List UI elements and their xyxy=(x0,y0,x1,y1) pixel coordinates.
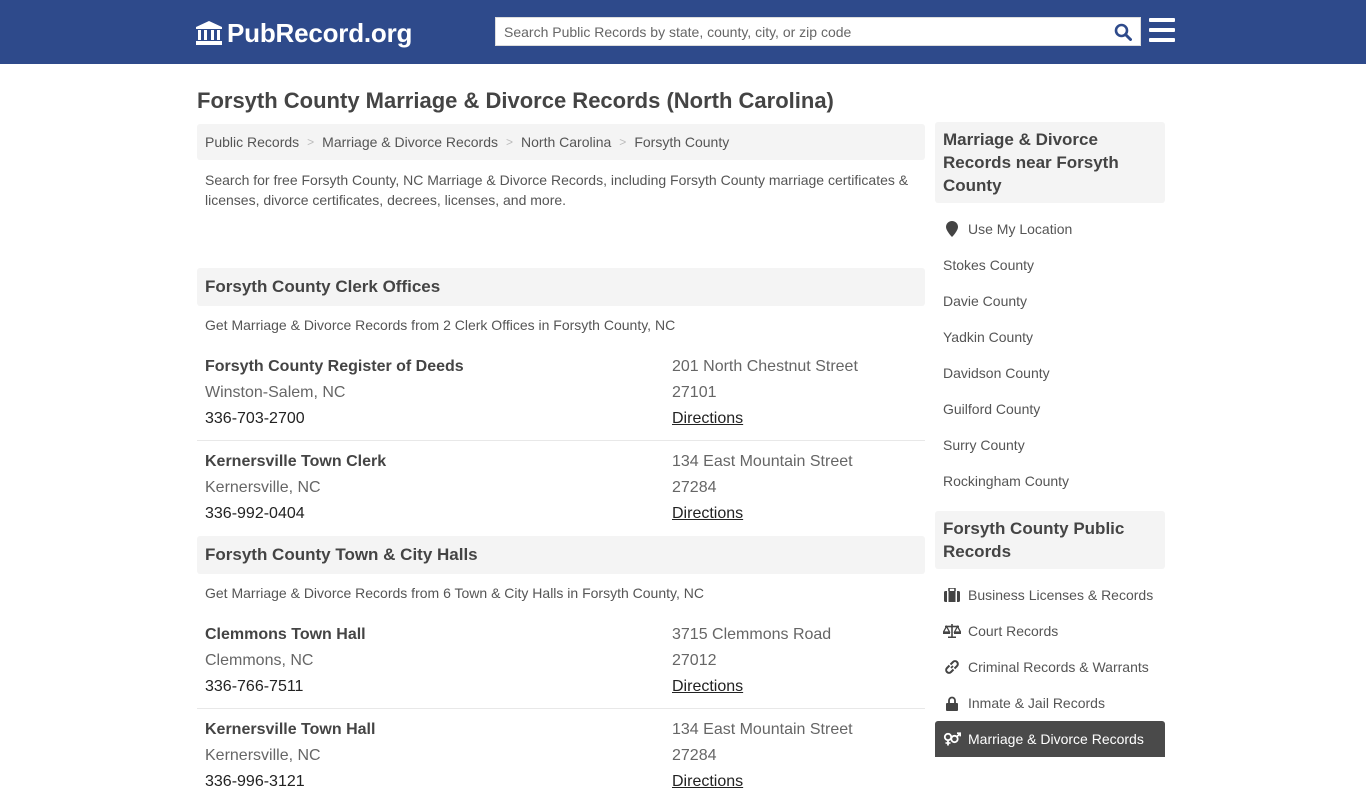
page-title: Forsyth County Marriage & Divorce Record… xyxy=(197,88,834,113)
search-icon xyxy=(1114,23,1132,41)
section-subtitle: Get Marriage & Divorce Records from 2 Cl… xyxy=(205,317,676,333)
breadcrumb-public-records[interactable]: Public Records xyxy=(205,134,299,150)
breadcrumb: Public Records > Marriage & Divorce Reco… xyxy=(197,124,925,160)
listing-city: Kernersville, NC xyxy=(205,479,321,496)
menu-bar xyxy=(1149,38,1175,42)
hamburger-menu-icon[interactable] xyxy=(1149,18,1175,42)
nearby-county-link[interactable]: Stokes County xyxy=(935,247,1165,283)
directions-link[interactable]: Directions xyxy=(672,773,743,790)
section-clerk-offices: Forsyth County Clerk Offices Get Marriag… xyxy=(197,268,925,536)
main-content: Public Records > Marriage & Divorce Reco… xyxy=(197,124,925,804)
listing-zip: 27284 xyxy=(672,479,717,496)
link-icon xyxy=(943,659,961,675)
listing-item: Kernersville Town Hall Kernersville, NC … xyxy=(197,709,925,804)
lock-icon xyxy=(943,695,961,711)
intro-text: Search for free Forsyth County, NC Marri… xyxy=(205,172,909,208)
site-logo[interactable]: PubRecord.org xyxy=(195,17,412,49)
sidebar-item-label: Criminal Records & Warrants xyxy=(968,659,1149,675)
listing-name[interactable]: Clemmons Town Hall xyxy=(205,622,672,648)
sidebar: Marriage & Divorce Records near Forsyth … xyxy=(935,122,1165,769)
breadcrumb-separator: > xyxy=(307,135,315,149)
public-records-title: Forsyth County Public Records xyxy=(935,511,1165,569)
section-title: Forsyth County Town & City Halls xyxy=(197,536,925,574)
sidebar-item-criminal-records[interactable]: Criminal Records & Warrants xyxy=(935,649,1165,685)
balance-scale-icon xyxy=(943,623,961,639)
sidebar-item-business-licenses[interactable]: Business Licenses & Records xyxy=(935,577,1165,613)
nearby-county-link[interactable]: Davidson County xyxy=(935,355,1165,391)
top-navbar: PubRecord.org xyxy=(0,0,1366,64)
listing-zip: 27284 xyxy=(672,747,717,764)
nearby-title: Marriage & Divorce Records near Forsyth … xyxy=(935,122,1165,203)
breadcrumb-north-carolina[interactable]: North Carolina xyxy=(521,134,611,150)
sidebar-item-label: Marriage & Divorce Records xyxy=(968,731,1144,747)
logo-text: PubRecord.org xyxy=(227,17,413,48)
nearby-county-link[interactable]: Guilford County xyxy=(935,391,1165,427)
listing-address: 134 East Mountain Street xyxy=(672,453,853,470)
nearby-list: Use My Location Stokes County Davie Coun… xyxy=(935,203,1165,511)
listing-phone[interactable]: 336-703-2700 xyxy=(205,406,672,432)
menu-bar xyxy=(1149,28,1175,32)
listing-zip: 27101 xyxy=(672,384,717,401)
gender-icon xyxy=(943,731,961,747)
directions-link[interactable]: Directions xyxy=(672,410,743,427)
section-title: Forsyth County Clerk Offices xyxy=(197,268,925,306)
listing-item: Clemmons Town Hall Clemmons, NC 336-766-… xyxy=(197,614,925,709)
courthouse-icon xyxy=(196,21,222,45)
sidebar-item-label: Inmate & Jail Records xyxy=(968,695,1105,711)
listing-name[interactable]: Forsyth County Register of Deeds xyxy=(205,354,672,380)
map-marker-icon xyxy=(943,221,961,237)
listing-phone[interactable]: 336-766-7511 xyxy=(205,674,672,700)
nearby-county-link[interactable]: Rockingham County xyxy=(935,463,1165,499)
sidebar-item-marriage-divorce[interactable]: Marriage & Divorce Records xyxy=(935,721,1165,757)
sidebar-item-label: Court Records xyxy=(968,623,1059,639)
listing-city: Kernersville, NC xyxy=(205,747,321,764)
sidebar-item-label: Business Licenses & Records xyxy=(968,587,1154,603)
breadcrumb-marriage-divorce[interactable]: Marriage & Divorce Records xyxy=(322,134,498,150)
section-subtitle: Get Marriage & Divorce Records from 6 To… xyxy=(205,585,704,601)
search-bar xyxy=(495,17,1141,46)
nearby-county-link[interactable]: Davie County xyxy=(935,283,1165,319)
breadcrumb-separator: > xyxy=(619,135,627,149)
listing-address: 201 North Chestnut Street xyxy=(672,358,858,375)
listing-address: 3715 Clemmons Road xyxy=(672,626,832,643)
search-input[interactable] xyxy=(496,18,1106,45)
briefcase-icon xyxy=(943,587,961,603)
listing-zip: 27012 xyxy=(672,652,717,669)
nearby-county-link[interactable]: Surry County xyxy=(935,427,1165,463)
listing-name[interactable]: Kernersville Town Clerk xyxy=(205,449,672,475)
nearby-county-link[interactable]: Yadkin County xyxy=(935,319,1165,355)
use-my-location-link[interactable]: Use My Location xyxy=(935,211,1165,247)
directions-link[interactable]: Directions xyxy=(672,678,743,695)
sidebar-item-inmate-records[interactable]: Inmate & Jail Records xyxy=(935,685,1165,721)
use-my-location-label: Use My Location xyxy=(968,221,1073,237)
listing-phone[interactable]: 336-992-0404 xyxy=(205,501,672,527)
breadcrumb-forsyth-county[interactable]: Forsyth County xyxy=(634,134,729,150)
public-records-list: Business Licenses & Records Court Record… xyxy=(935,569,1165,769)
listing-item: Kernersville Town Clerk Kernersville, NC… xyxy=(197,441,925,536)
directions-link[interactable]: Directions xyxy=(672,505,743,522)
listing-item: Forsyth County Register of Deeds Winston… xyxy=(197,346,925,441)
listing-city: Winston-Salem, NC xyxy=(205,384,346,401)
listing-address: 134 East Mountain Street xyxy=(672,721,853,738)
sidebar-item-court-records[interactable]: Court Records xyxy=(935,613,1165,649)
listing-name[interactable]: Kernersville Town Hall xyxy=(205,717,672,743)
section-town-city-halls: Forsyth County Town & City Halls Get Mar… xyxy=(197,536,925,804)
search-button[interactable] xyxy=(1106,18,1140,45)
menu-bar xyxy=(1149,18,1175,22)
listing-city: Clemmons, NC xyxy=(205,652,314,669)
listing-phone[interactable]: 336-996-3121 xyxy=(205,769,672,795)
breadcrumb-separator: > xyxy=(506,135,514,149)
